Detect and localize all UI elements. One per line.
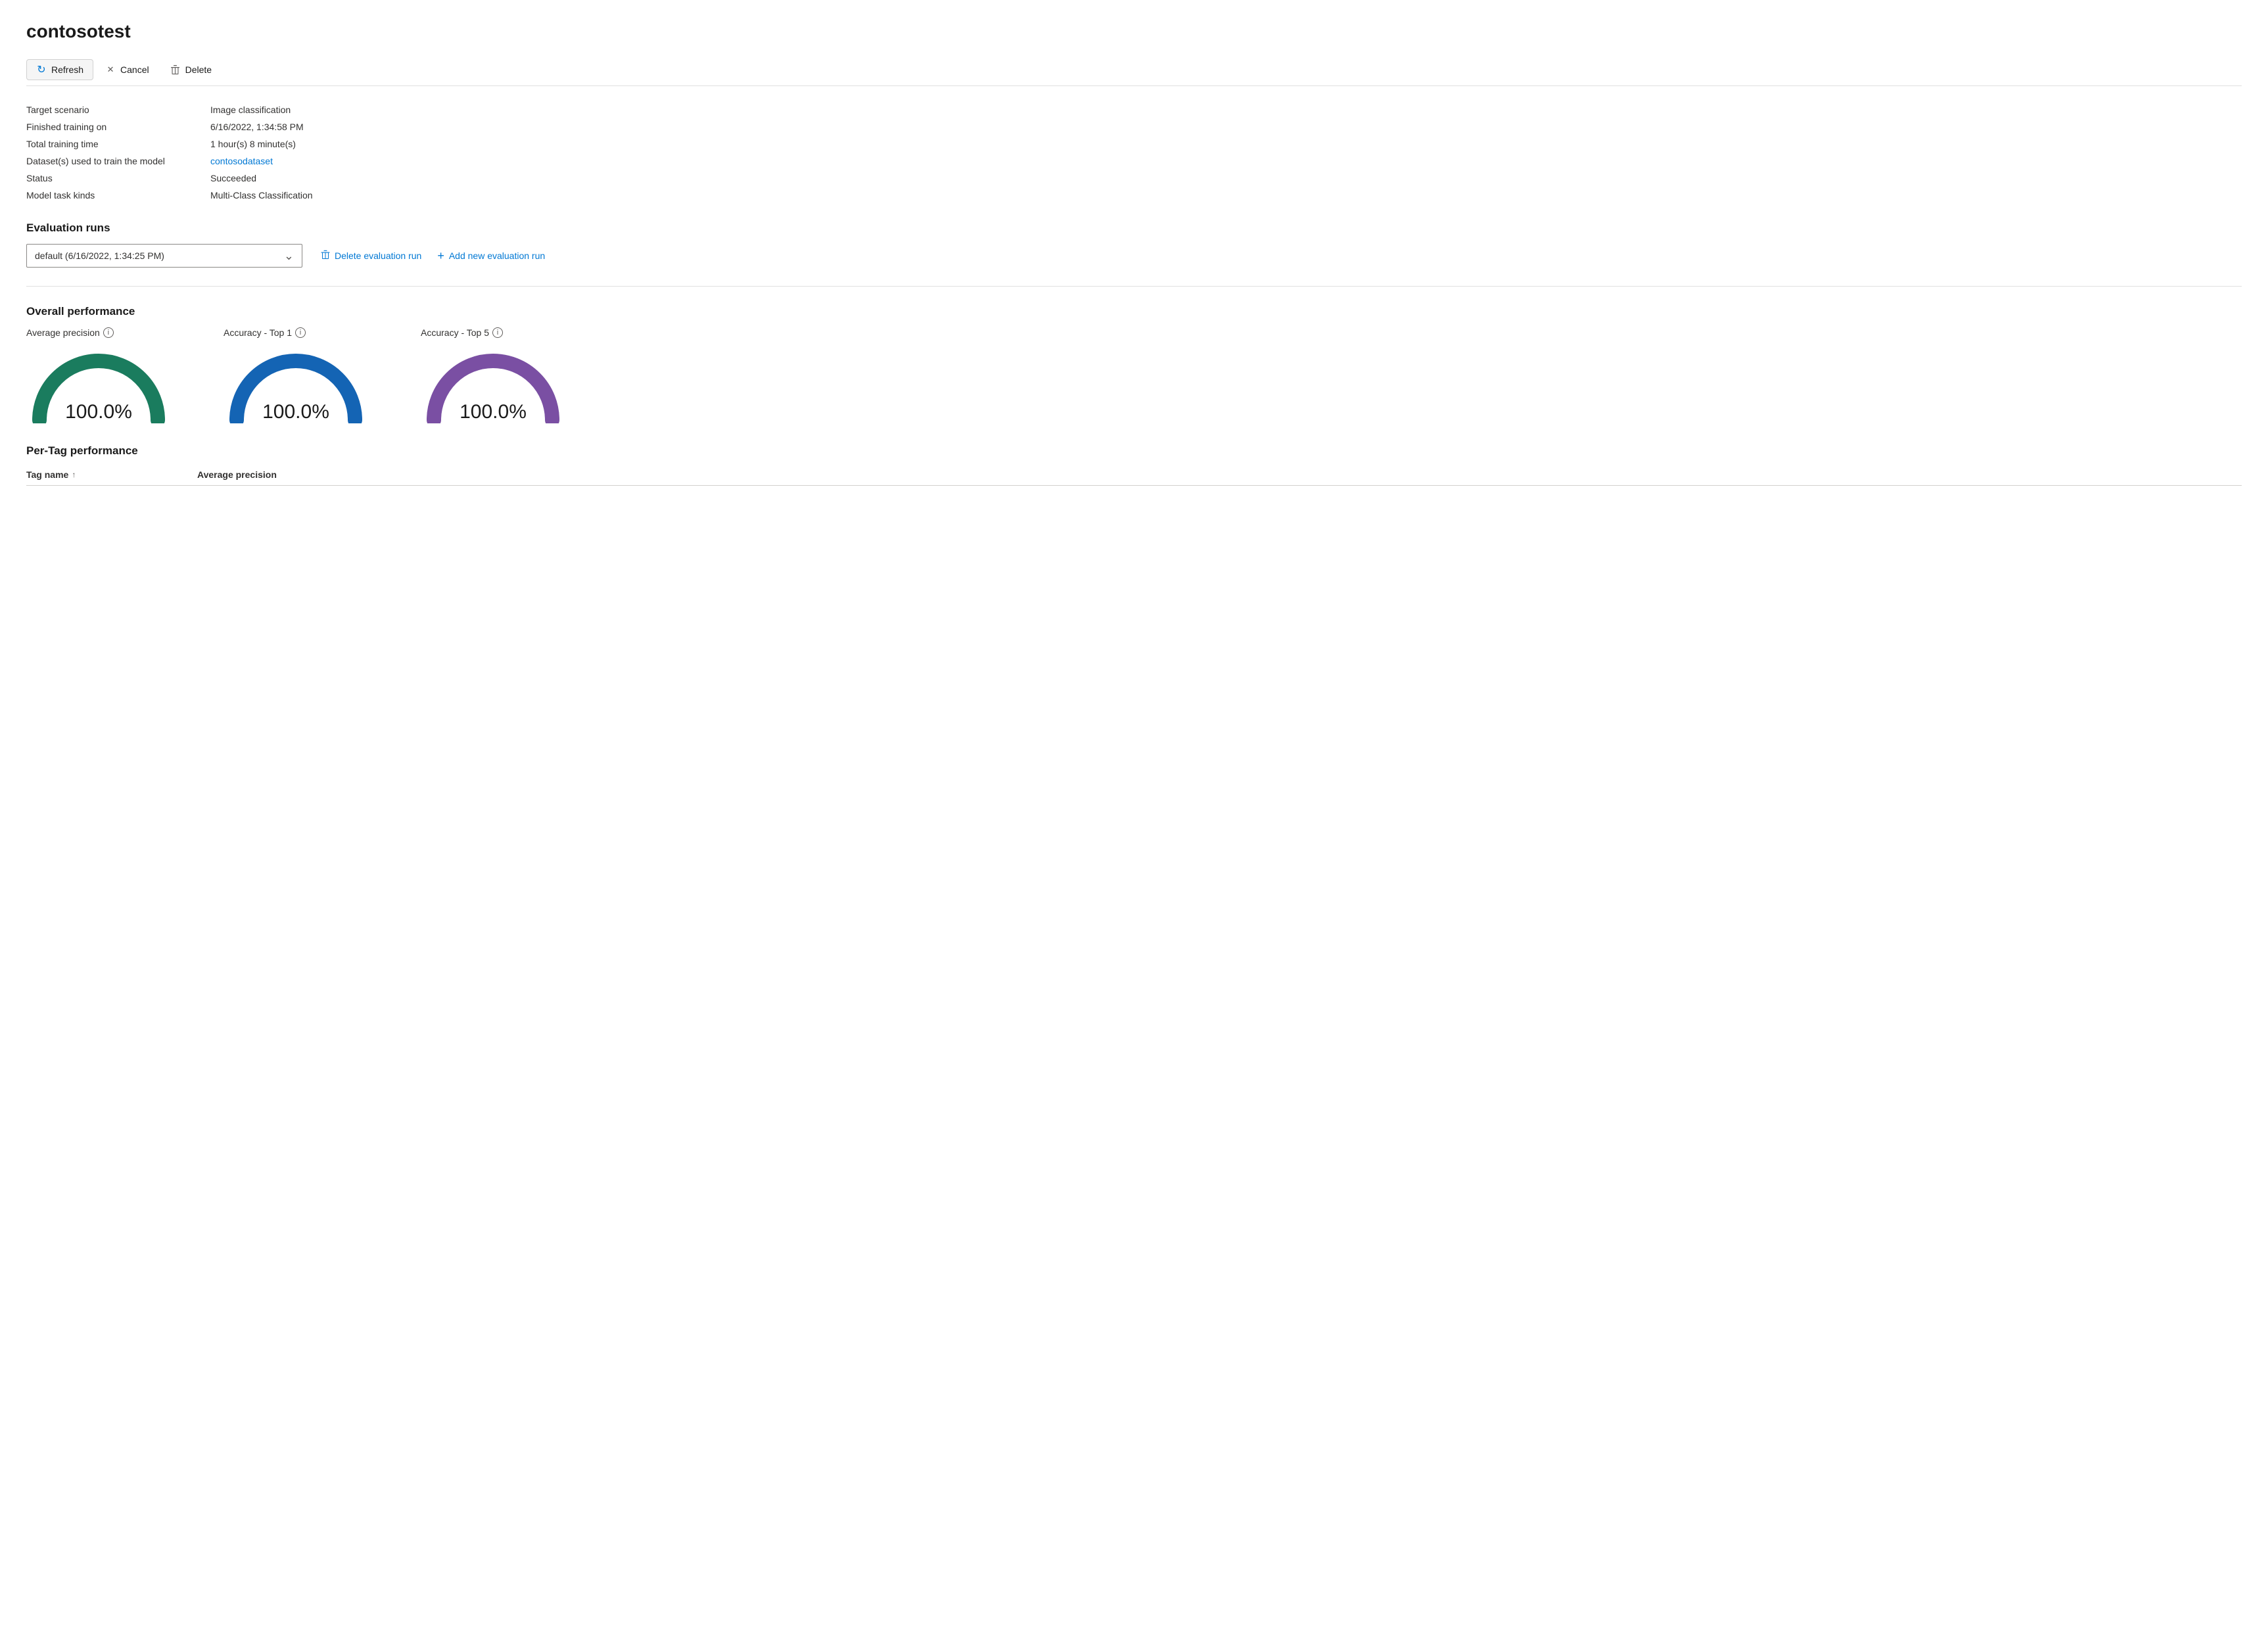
evaluation-runs-section: Evaluation runs default (6/16/2022, 1:34… — [26, 222, 2242, 287]
gauge-label-0: Average precision i — [26, 327, 114, 338]
info-icon-0[interactable]: i — [103, 327, 114, 338]
eval-runs-dropdown[interactable]: default (6/16/2022, 1:34:25 PM) ⌄ — [26, 244, 302, 268]
sort-arrow-icon: ↑ — [72, 470, 76, 479]
info-grid: Target scenario Image classification Fin… — [26, 105, 2242, 200]
info-label-0: Target scenario — [26, 105, 210, 115]
info-value-5: Multi-Class Classification — [210, 190, 2242, 200]
eval-runs-row: default (6/16/2022, 1:34:25 PM) ⌄ Delete… — [26, 244, 2242, 287]
gauge-value-0: 100.0% — [65, 401, 132, 423]
gauge-average-precision: Average precision i 100.0% — [26, 327, 171, 423]
info-label-4: Status — [26, 173, 210, 183]
gauge-accuracy-top1: Accuracy - Top 1 i 100.0% — [224, 327, 368, 423]
cancel-icon: ✕ — [105, 64, 116, 75]
table-header-row: Tag name ↑ Average precision — [26, 469, 2242, 486]
delete-label: Delete — [185, 64, 212, 75]
gauge-svg-1: 100.0% — [224, 344, 368, 423]
eval-actions: Delete evaluation run + Add new evaluati… — [321, 250, 545, 262]
gauge-accuracy-top5: Accuracy - Top 5 i 100.0% — [421, 327, 565, 423]
cancel-button[interactable]: ✕ Cancel — [96, 60, 158, 80]
delete-icon — [170, 64, 181, 75]
gauge-value-2: 100.0% — [460, 401, 527, 423]
info-value-1: 6/16/2022, 1:34:58 PM — [210, 122, 2242, 132]
toolbar: ↻ Refresh ✕ Cancel Delete — [26, 54, 2242, 86]
gauge-label-1: Accuracy - Top 1 i — [224, 327, 306, 338]
info-icon-1[interactable]: i — [295, 327, 306, 338]
info-value-0: Image classification — [210, 105, 2242, 115]
delete-eval-run-button[interactable]: Delete evaluation run — [321, 250, 421, 262]
delete-button[interactable]: Delete — [161, 60, 221, 80]
info-icon-2[interactable]: i — [492, 327, 503, 338]
eval-runs-dropdown-value: default (6/16/2022, 1:34:25 PM) — [35, 250, 164, 261]
plus-icon: + — [437, 250, 444, 262]
refresh-icon: ↻ — [36, 64, 47, 75]
info-label-3: Dataset(s) used to train the model — [26, 156, 210, 166]
per-tag-title: Per-Tag performance — [26, 444, 2242, 458]
info-label-1: Finished training on — [26, 122, 210, 132]
overall-performance-section: Overall performance Average precision i … — [26, 305, 2242, 423]
refresh-button[interactable]: ↻ Refresh — [26, 59, 93, 80]
per-tag-section: Per-Tag performance Tag name ↑ Average p… — [26, 444, 2242, 486]
overall-performance-title: Overall performance — [26, 305, 2242, 318]
chevron-down-icon: ⌄ — [284, 250, 294, 262]
add-eval-run-label: Add new evaluation run — [449, 250, 545, 261]
info-label-2: Total training time — [26, 139, 210, 149]
page-title: contosotest — [26, 21, 2242, 42]
delete-eval-run-label: Delete evaluation run — [335, 250, 421, 261]
gauge-svg-2: 100.0% — [421, 344, 565, 423]
info-value-4: Succeeded — [210, 173, 2242, 183]
dataset-link[interactable]: contosodataset — [210, 156, 2242, 166]
table-header-tag-name[interactable]: Tag name ↑ — [26, 469, 197, 480]
cancel-label: Cancel — [120, 64, 149, 75]
refresh-label: Refresh — [51, 64, 83, 75]
gauge-svg-0: 100.0% — [26, 344, 171, 423]
info-value-2: 1 hour(s) 8 minute(s) — [210, 139, 2242, 149]
evaluation-runs-title: Evaluation runs — [26, 222, 2242, 235]
gauge-value-1: 100.0% — [262, 401, 329, 423]
gauge-label-2: Accuracy - Top 5 i — [421, 327, 503, 338]
delete-eval-icon — [321, 250, 330, 262]
add-eval-run-button[interactable]: + Add new evaluation run — [437, 250, 545, 262]
gauges-row: Average precision i 100.0% Accuracy - To… — [26, 327, 2242, 423]
table-header-avg-precision: Average precision — [197, 469, 368, 480]
info-label-5: Model task kinds — [26, 190, 210, 200]
